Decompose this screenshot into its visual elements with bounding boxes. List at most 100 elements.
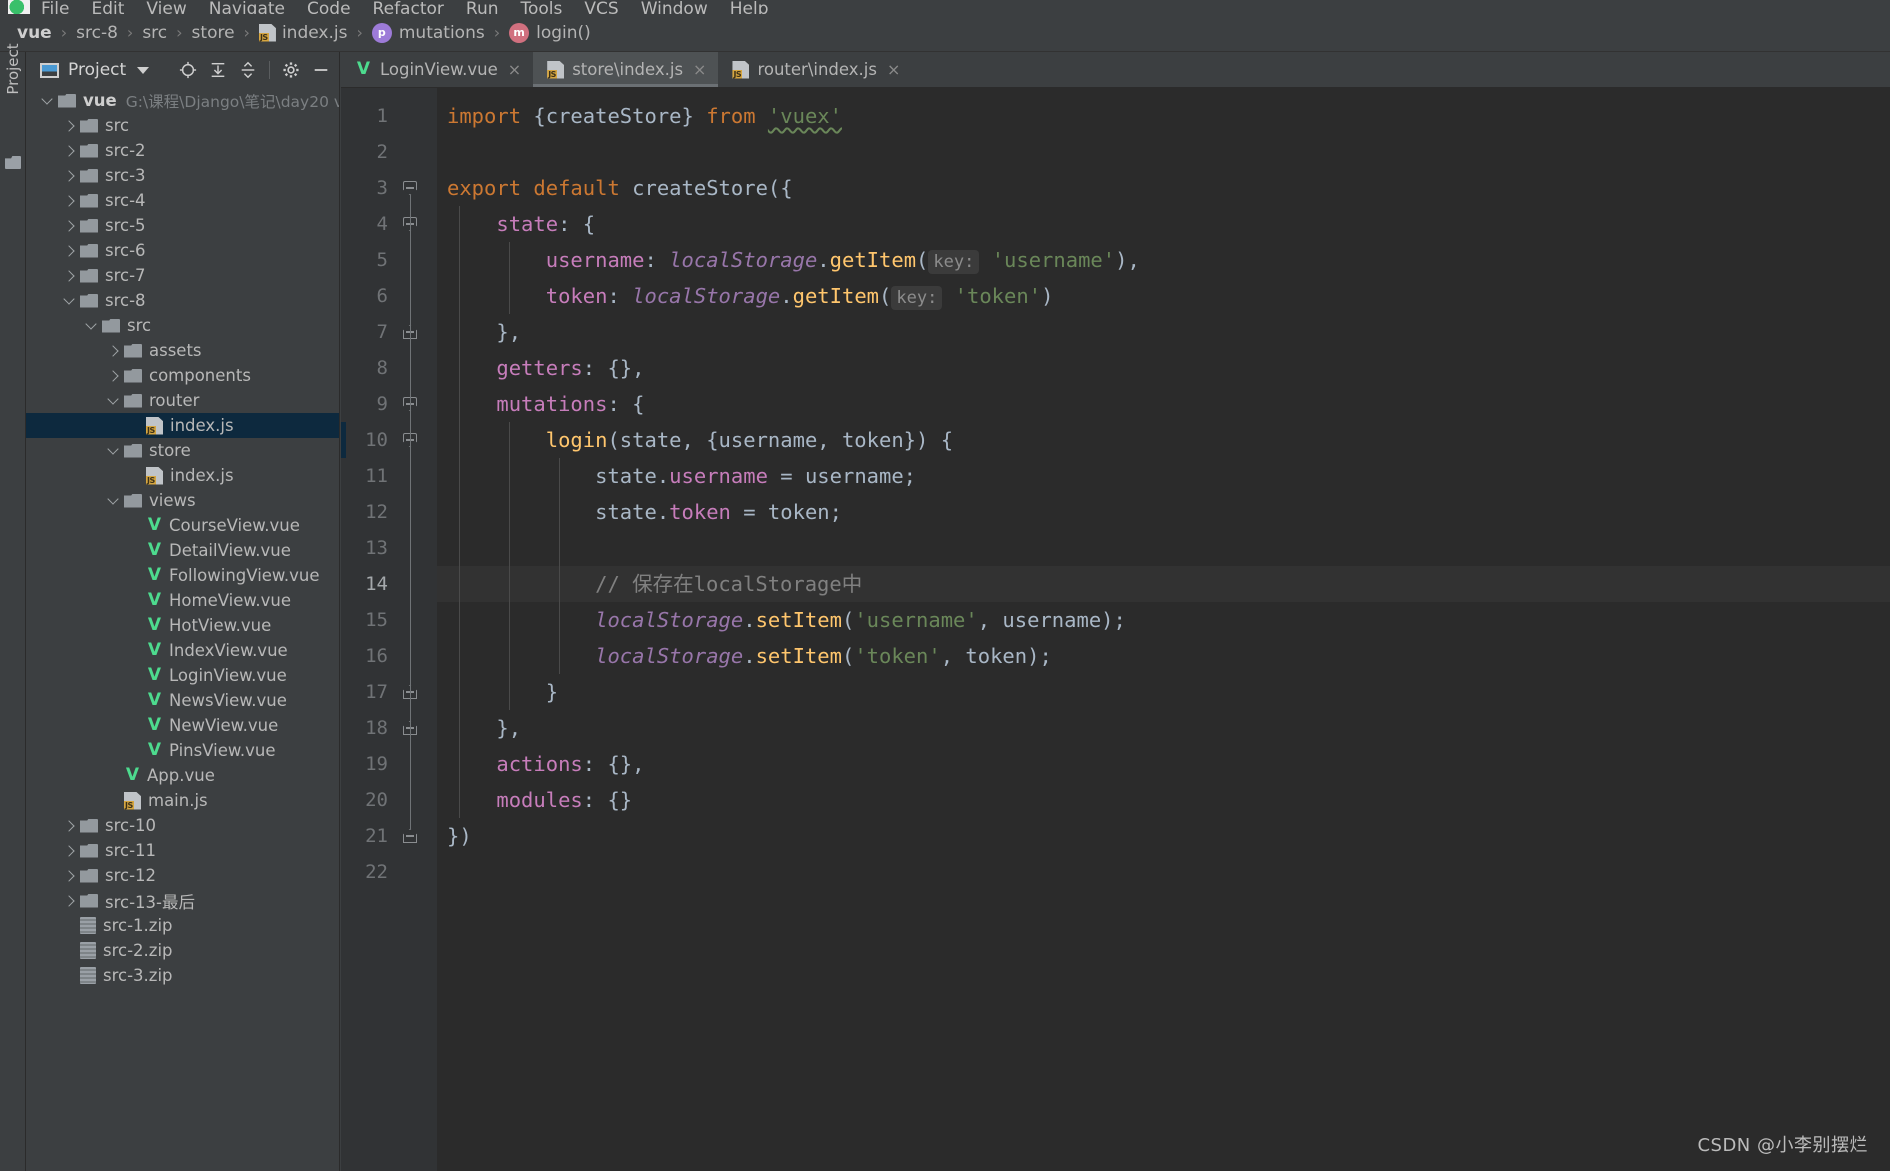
code-line[interactable]: }) — [437, 818, 1890, 854]
menu-item-view[interactable]: View — [135, 1, 197, 15]
tree-row[interactable]: views — [26, 488, 339, 513]
expand-all-icon[interactable] — [204, 56, 232, 84]
tree-row[interactable]: V DetailView.vue — [26, 538, 339, 563]
tree-row[interactable]: store — [26, 438, 339, 463]
tree-row[interactable]: components — [26, 363, 339, 388]
tree-row-selected[interactable]: index.js — [26, 413, 339, 438]
tree-row[interactable]: index.js — [26, 463, 339, 488]
editor-gutter[interactable]: 1 2 3 4 5 6 7 8 9 10 11 12 13 14 15 16 17 18 19 20 21 22 — [341, 88, 437, 1171]
chevron-right-icon[interactable] — [62, 893, 77, 908]
code-line[interactable]: export default createStore({ — [437, 170, 1890, 206]
tree-row[interactable]: V App.vue — [26, 763, 339, 788]
menu-item-run[interactable]: Run — [455, 1, 510, 15]
tree-row[interactable]: vue G:\课程\Django\笔记\day20 vue3 — [26, 88, 339, 113]
tree-row[interactable]: V FollowingView.vue — [26, 563, 339, 588]
editor-tab-loginviewvue[interactable]: V LoginView.vue × — [341, 52, 533, 87]
code-line[interactable] — [437, 530, 1890, 566]
breadcrumb-item-src[interactable]: src — [142, 23, 167, 43]
chevron-right-icon[interactable] — [106, 343, 121, 358]
tree-row[interactable]: src-10 — [26, 813, 339, 838]
tree-row[interactable]: src-5 — [26, 213, 339, 238]
menu-item-window[interactable]: Window — [630, 1, 719, 15]
menu-item-code[interactable]: Code — [296, 1, 362, 15]
code-line[interactable]: modules: {} — [437, 782, 1890, 818]
code-line[interactable]: mutations: { — [437, 386, 1890, 422]
chevron-down-icon[interactable] — [84, 318, 99, 333]
menu-item-navigate[interactable]: Navigate — [198, 1, 296, 15]
chevron-down-icon[interactable] — [106, 393, 121, 408]
chevron-down-icon[interactable] — [62, 293, 77, 308]
chevron-right-icon[interactable] — [62, 218, 77, 233]
tree-row[interactable]: src-7 — [26, 263, 339, 288]
code-line[interactable]: username: localStorage.getItem(key: 'use… — [437, 242, 1890, 278]
tree-row[interactable]: V NewView.vue — [26, 713, 339, 738]
close-icon[interactable]: × — [508, 60, 521, 79]
editor-tab-bar[interactable]: VLoginView.vue×store\index.js×router\ind… — [341, 52, 1890, 88]
code-line[interactable] — [437, 134, 1890, 170]
collapse-all-icon[interactable] — [234, 56, 262, 84]
chevron-right-icon[interactable] — [62, 868, 77, 883]
tree-row[interactable]: main.js — [26, 788, 339, 813]
settings-gear-icon[interactable] — [277, 56, 305, 84]
code-line[interactable]: // 保存在localStorage中 — [437, 566, 1890, 602]
breadcrumb-item-src8[interactable]: src-8 — [76, 23, 118, 43]
close-icon[interactable]: × — [887, 60, 900, 79]
close-icon[interactable]: × — [693, 60, 706, 79]
code-line[interactable]: actions: {}, — [437, 746, 1890, 782]
chevron-right-icon[interactable] — [62, 243, 77, 258]
code-line[interactable]: } — [437, 674, 1890, 710]
menu-item-file[interactable]: File — [30, 1, 80, 15]
menu-item-vcs[interactable]: VCS — [573, 1, 629, 15]
tree-row[interactable]: V IndexView.vue — [26, 638, 339, 663]
tree-row[interactable]: V HomeView.vue — [26, 588, 339, 613]
chevron-right-icon[interactable] — [62, 118, 77, 133]
hide-panel-icon[interactable] — [307, 56, 335, 84]
breadcrumb[interactable]: vue › src-8 › src › store › index.js › p mutations ›… — [0, 14, 1890, 52]
tree-row[interactable]: V NewsView.vue — [26, 688, 339, 713]
tree-row[interactable]: src — [26, 113, 339, 138]
chevron-right-icon[interactable] — [62, 843, 77, 858]
breadcrumb-item-login[interactable]: m login() — [509, 22, 591, 43]
tree-row[interactable]: src — [26, 313, 339, 338]
editor-tab-routerindexjs[interactable]: router\index.js × — [718, 52, 912, 87]
tree-row[interactable]: V HotView.vue — [26, 613, 339, 638]
tree-row[interactable]: src-3 — [26, 163, 339, 188]
menu-item-tools[interactable]: Tools — [510, 1, 574, 15]
breadcrumb-item-store[interactable]: store — [192, 23, 235, 43]
chevron-right-icon[interactable] — [62, 193, 77, 208]
tree-row[interactable]: V PinsView.vue — [26, 738, 339, 763]
tree-row[interactable]: src-2.zip — [26, 938, 339, 963]
chevron-right-icon[interactable] — [62, 818, 77, 833]
tree-row[interactable]: V CourseView.vue — [26, 513, 339, 538]
locate-icon[interactable] — [174, 56, 202, 84]
project-tree[interactable]: vue G:\课程\Django\笔记\day20 vue3 src src-2 src… — [26, 88, 339, 988]
tree-row[interactable]: assets — [26, 338, 339, 363]
tree-row[interactable]: src-12 — [26, 863, 339, 888]
code-line[interactable]: import {createStore} from 'vuex' — [437, 98, 1890, 134]
tree-row[interactable]: router — [26, 388, 339, 413]
tree-row[interactable]: src-4 — [26, 188, 339, 213]
code-line[interactable]: localStorage.setItem('username', usernam… — [437, 602, 1890, 638]
code-line[interactable]: localStorage.setItem('token', token); — [437, 638, 1890, 674]
code-line[interactable]: }, — [437, 710, 1890, 746]
chevron-right-icon[interactable] — [62, 168, 77, 183]
editor-tab-storeindexjs[interactable]: store\index.js × — [533, 52, 719, 87]
chevron-down-icon[interactable] — [106, 493, 121, 508]
tree-row[interactable]: src-2 — [26, 138, 339, 163]
code-line[interactable]: login(state, {username, token}) { — [437, 422, 1890, 458]
editor-code-content[interactable]: import {createStore} from 'vuex' export … — [437, 88, 1890, 1171]
tree-row[interactable]: V LoginView.vue — [26, 663, 339, 688]
tree-row[interactable]: src-11 — [26, 838, 339, 863]
code-line[interactable]: state: { — [437, 206, 1890, 242]
toolstrip-project-button[interactable]: Project — [4, 35, 22, 103]
menu-item-refactor[interactable]: Refactor — [362, 1, 455, 15]
chevron-down-icon[interactable] — [40, 93, 55, 108]
tree-row[interactable]: src-3.zip — [26, 963, 339, 988]
tree-row[interactable]: src-13-最后 — [26, 888, 339, 913]
code-line[interactable]: state.token = token; — [437, 494, 1890, 530]
code-line[interactable]: token: localStorage.getItem(key: 'token'… — [437, 278, 1890, 314]
code-line[interactable]: getters: {}, — [437, 350, 1890, 386]
code-editor[interactable]: 1 2 3 4 5 6 7 8 9 10 11 12 13 14 15 16 17 18 19 20 21 22 impo… — [341, 88, 1890, 1171]
breadcrumb-item-mutations[interactable]: p mutations — [371, 22, 485, 43]
code-line[interactable]: }, — [437, 314, 1890, 350]
